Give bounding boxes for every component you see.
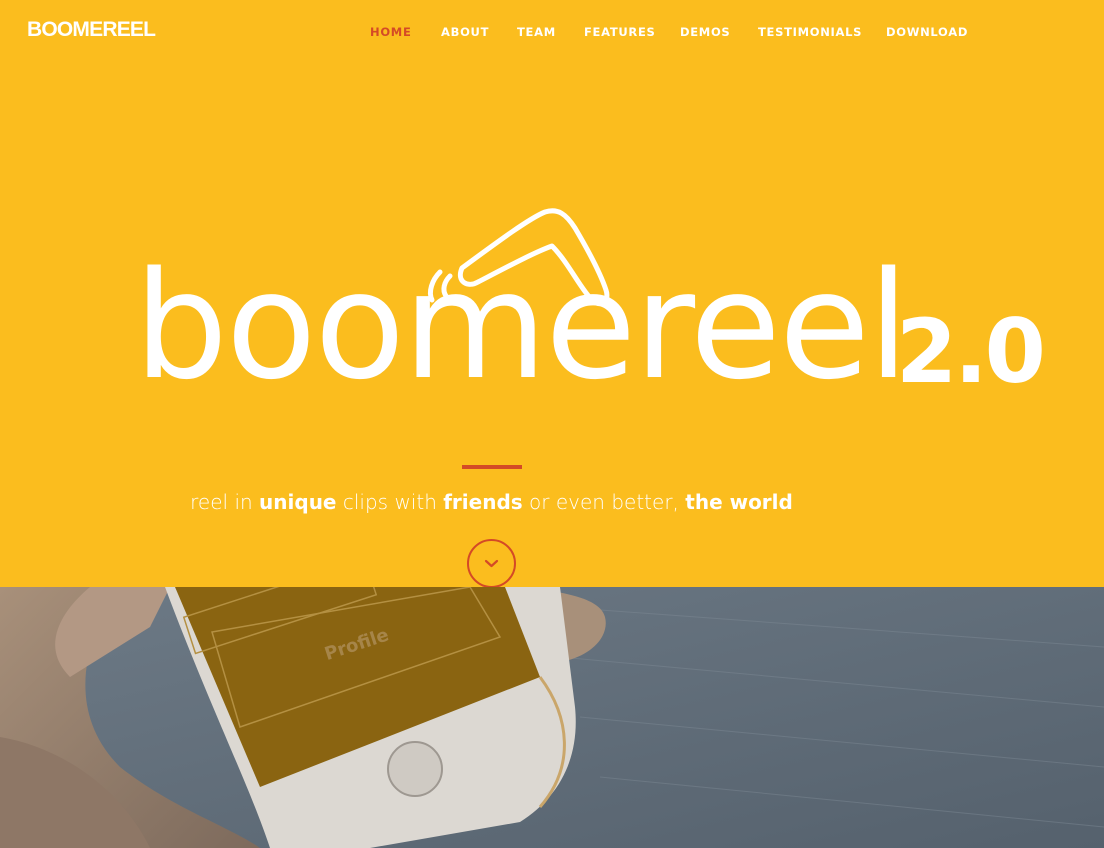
phone-photo-background: Profile [0, 587, 1104, 848]
tagline-emphasis: friends [443, 490, 523, 514]
tagline-part: or even better, [522, 490, 686, 514]
hero-tagline: reel in unique clips with friends or eve… [0, 490, 983, 514]
hero-divider [462, 465, 522, 469]
scroll-down-button[interactable] [467, 539, 516, 588]
tagline-emphasis: unique [259, 490, 337, 514]
hand-holding-phone-image [0, 587, 1104, 848]
tagline-part: clips with [336, 490, 444, 514]
hero-version: 2.0 [896, 300, 1046, 403]
tagline-emphasis: the world [685, 490, 793, 514]
tagline-part: reel in [190, 490, 260, 514]
hero-section: BOOMEREEL HOME ABOUT TEAM FEATURES DEMOS… [0, 0, 1104, 588]
chevron-down-icon [484, 559, 499, 568]
hero-wordmark: boomereel [134, 240, 909, 412]
